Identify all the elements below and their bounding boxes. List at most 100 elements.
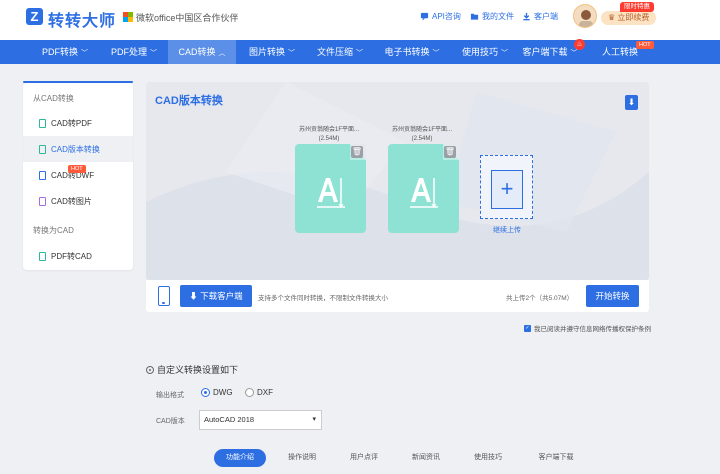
nav-label: PDF处理 — [110, 47, 147, 57]
sidebar-item-pdf-to-cad[interactable]: PDF转CAD — [23, 243, 133, 269]
microsoft-logo-icon — [123, 12, 133, 22]
api-link[interactable]: API咨询 — [420, 11, 461, 22]
version-label: CAD版本 — [156, 418, 185, 425]
avatar-image-icon — [574, 5, 596, 27]
nav-cad-convert[interactable]: CAD转换 ︿ — [168, 40, 236, 64]
renew-label: 立即续费 — [617, 13, 650, 22]
agreement-text: 我已阅读并遵守信息网络传播权保护条例 — [534, 326, 651, 333]
sidebar: 从CAD转换 CAD转PDF CAD版本转换 CAD转DWF CAD转图片 转换… — [23, 83, 133, 270]
nav-label: 客户端下载 — [522, 47, 568, 57]
settings-title-text: 自定义转换设置如下 — [157, 365, 239, 375]
sidebar-section-to: 转换为CAD — [33, 226, 74, 235]
target-icon — [146, 365, 154, 374]
crown-icon: ♛ — [608, 13, 618, 22]
logo-icon[interactable]: Z — [26, 8, 43, 25]
radio-selected-icon — [201, 388, 210, 397]
sidebar-item-cad-to-pdf[interactable]: CAD转PDF — [23, 110, 133, 136]
version-value: AutoCAD 2018 — [204, 415, 255, 424]
chat-icon — [420, 12, 429, 21]
file-card: 🗑 — [295, 144, 366, 233]
upload-summary: 共上传2个（共5.07M） — [506, 295, 574, 302]
sidebar-item-label: PDF转CAD — [51, 251, 92, 261]
top-bar: Z 转转大师 微软office中国区合作伙伴 API咨询 我的文件 客户端 ♛ … — [0, 0, 720, 40]
nav-pdf-convert[interactable]: PDF转换 ﹀ — [30, 40, 100, 64]
phone-icon — [158, 286, 170, 306]
nav-tips[interactable]: 使用技巧 ﹀ — [452, 40, 518, 64]
plus-icon: + — [491, 170, 523, 209]
hot-badge: HOT — [636, 41, 654, 49]
download-icon — [523, 12, 530, 21]
sidebar-item-label: CAD转PDF — [51, 118, 92, 128]
my-files-link[interactable]: 我的文件 — [470, 11, 514, 22]
file-name: 苏州贡翁随会1F平面... (2.54M) — [382, 126, 462, 144]
folder-icon — [470, 13, 479, 20]
sidebar-section-from: 从CAD转换 — [33, 94, 74, 103]
file-icon — [39, 144, 46, 154]
client-link[interactable]: 客户端 — [522, 11, 558, 22]
tab-client-download[interactable]: 客户端下载 — [528, 449, 584, 467]
brand-name[interactable]: 转转大师 — [48, 7, 116, 31]
start-convert-button[interactable]: 开始转换 — [586, 285, 639, 307]
chevron-down-icon: ﹀ — [150, 50, 157, 57]
hot-badge: HOT — [68, 165, 86, 173]
format-label: 输出格式 — [156, 392, 184, 399]
cad-file-icon — [317, 178, 345, 208]
tab-tips[interactable]: 使用技巧 — [464, 449, 512, 467]
chevron-down-icon: ▾ — [312, 416, 316, 423]
tab-features[interactable]: 功能介绍 — [214, 449, 266, 467]
upload-hint: 支持多个文件同时转换，不限制文件转换大小 — [258, 295, 388, 302]
partner-text: 微软office中国区合作伙伴 — [136, 13, 239, 23]
download-client-label: 下载客户端 — [200, 291, 243, 301]
file-size: (2.54M) — [411, 136, 433, 142]
nav-label: 电子书转换 — [384, 47, 430, 57]
cad-file-icon — [410, 178, 438, 208]
download-client-button[interactable]: ⬇ 下载客户端 — [180, 285, 252, 307]
file-icon — [39, 170, 46, 180]
sidebar-item-label: CAD转图片 — [51, 196, 92, 206]
trash-icon[interactable]: 🗑 — [444, 146, 456, 158]
version-select[interactable]: AutoCAD 2018 ▾ — [199, 410, 322, 430]
chevron-down-icon: ﹀ — [501, 50, 508, 57]
nav-image-convert[interactable]: 图片转换 ﹀ — [238, 40, 306, 64]
nav-label: CAD转换 — [178, 47, 216, 57]
chevron-down-icon: ﹀ — [288, 50, 295, 57]
avatar[interactable] — [573, 4, 597, 28]
file-name-text: 苏州贡翁随会1F平面... — [298, 127, 359, 133]
file-icon — [39, 118, 46, 128]
add-file-label[interactable]: 继续上传 — [479, 225, 535, 235]
chevron-down-icon: ﹀ — [356, 50, 363, 57]
agreement-checkbox[interactable]: ✓ 我已阅读并遵守信息网络传播权保护条例 — [524, 323, 651, 333]
tab-instructions[interactable]: 操作说明 — [278, 449, 326, 467]
nav-label: 图片转换 — [248, 47, 285, 57]
panel-title: CAD版本转换 — [155, 95, 223, 107]
tab-news[interactable]: 新闻资讯 — [402, 449, 450, 467]
nav-client-download[interactable]: 客户端下载 ﹀ — [518, 40, 582, 64]
file-card: 🗑 — [388, 144, 459, 233]
sidebar-item-cad-to-image[interactable]: CAD转图片 — [23, 188, 133, 214]
flame-icon: ♨ — [574, 39, 585, 50]
api-link-label: API咨询 — [432, 12, 461, 21]
sidebar-item-label: CAD版本转换 — [51, 144, 100, 154]
download-icon[interactable]: ⬇ — [625, 95, 638, 110]
renew-button[interactable]: ♛ 立即续费 — [601, 11, 657, 25]
check-icon: ✓ — [524, 324, 531, 332]
nav-label: 使用技巧 — [461, 47, 498, 57]
action-bar: ⬇ 下载客户端 支持多个文件同时转换，不限制文件转换大小 共上传2个（共5.07… — [146, 280, 649, 312]
trash-icon[interactable]: 🗑 — [351, 146, 363, 158]
nav-ebook[interactable]: 电子书转换 ﹀ — [374, 40, 450, 64]
client-link-label: 客户端 — [534, 12, 558, 21]
file-icon — [39, 251, 46, 261]
nav-pdf-process[interactable]: PDF处理 ﹀ — [100, 40, 168, 64]
upload-panel: CAD版本转换 ⬇ 苏州贡翁随会1F平面... (2.54M) 🗑 苏州贡翁随会1… — [146, 82, 649, 280]
format-radio-dxf[interactable]: DXF — [245, 388, 273, 397]
chevron-up-icon: ︿ — [218, 50, 226, 57]
format-radio-dwg[interactable]: DWG — [201, 388, 233, 397]
promo-badge: 限时特惠 — [620, 2, 654, 12]
my-files-label: 我的文件 — [482, 12, 514, 21]
tab-reviews[interactable]: 用户点评 — [340, 449, 388, 467]
add-file-button[interactable]: + — [480, 155, 533, 219]
nav-compress[interactable]: 文件压缩 ﹀ — [306, 40, 374, 64]
file-icon — [39, 196, 46, 206]
sidebar-item-cad-version[interactable]: CAD版本转换 — [23, 136, 133, 162]
radio-label: DXF — [257, 388, 273, 397]
